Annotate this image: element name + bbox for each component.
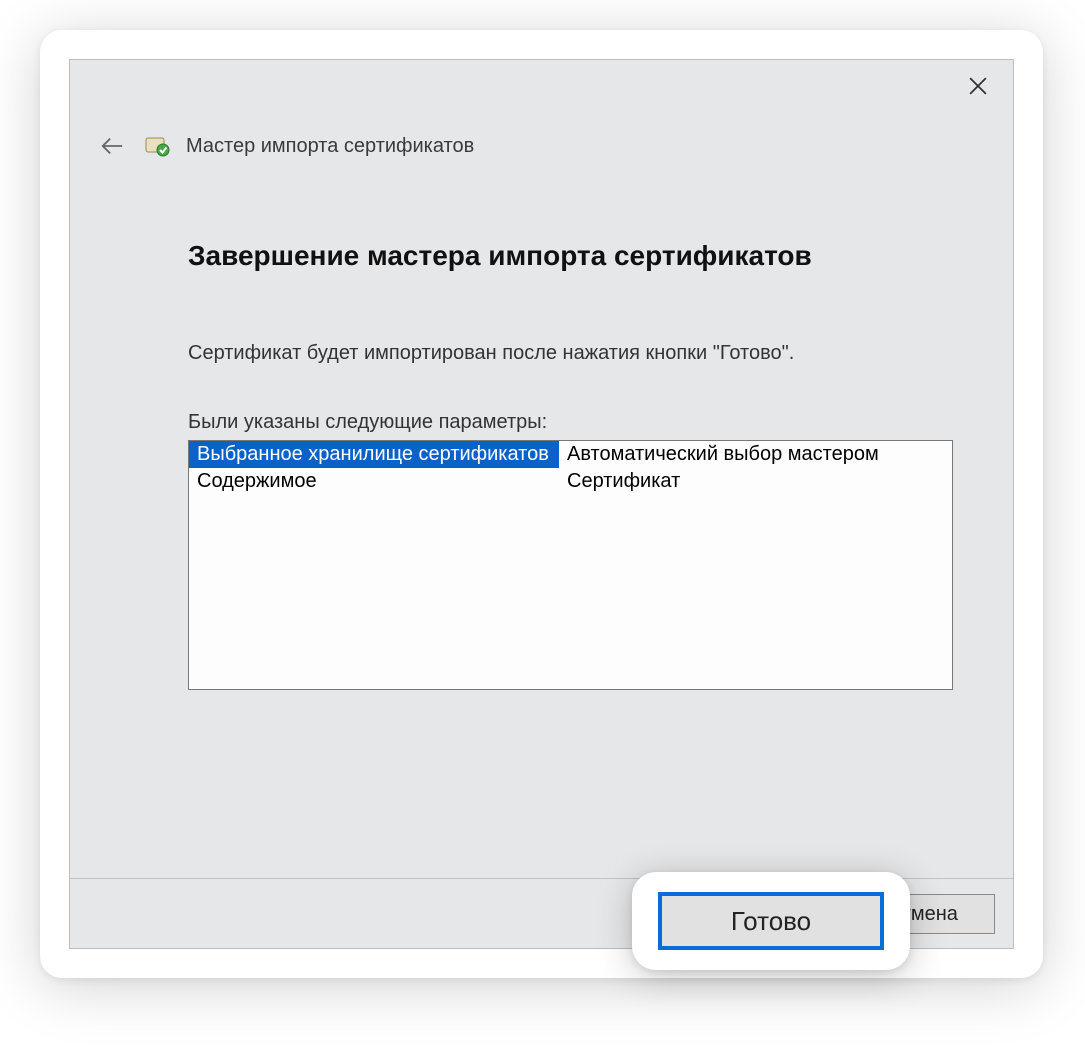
page-heading: Завершение мастера импорта сертификатов — [188, 240, 953, 272]
header-row: Мастер импорта сертификатов — [94, 128, 474, 164]
screenshot-card: Мастер импорта сертификатов Завершение м… — [40, 30, 1043, 978]
wizard-dialog: Мастер импорта сертификатов Завершение м… — [69, 59, 1014, 949]
back-arrow-icon — [100, 136, 124, 156]
close-button[interactable] — [955, 70, 1001, 102]
close-icon — [969, 77, 987, 95]
param-value: Сертификат — [559, 468, 952, 495]
param-key: Содержимое — [189, 468, 559, 495]
table-row[interactable]: Выбранное хранилище сертификатовАвтомати… — [189, 441, 952, 468]
wizard-title: Мастер импорта сертификатов — [186, 135, 474, 158]
param-value: Автоматический выбор мастером — [559, 441, 952, 468]
finish-button-highlight: Готово — [632, 872, 910, 970]
parameters-table: Выбранное хранилище сертификатовАвтомати… — [189, 441, 952, 495]
description-text: Сертификат будет импортирован после нажа… — [188, 342, 953, 365]
parameters-listbox[interactable]: Выбранное хранилище сертификатовАвтомати… — [188, 440, 953, 690]
back-button[interactable] — [94, 128, 130, 164]
certificate-wizard-icon — [144, 132, 172, 160]
titlebar — [70, 60, 1013, 112]
table-row[interactable]: СодержимоеСертификат — [189, 468, 952, 495]
finish-button[interactable]: Готово — [658, 892, 884, 950]
content-area: Завершение мастера импорта сертификатов … — [188, 240, 953, 690]
param-key: Выбранное хранилище сертификатов — [189, 441, 559, 468]
parameters-label: Были указаны следующие параметры: — [188, 411, 953, 434]
